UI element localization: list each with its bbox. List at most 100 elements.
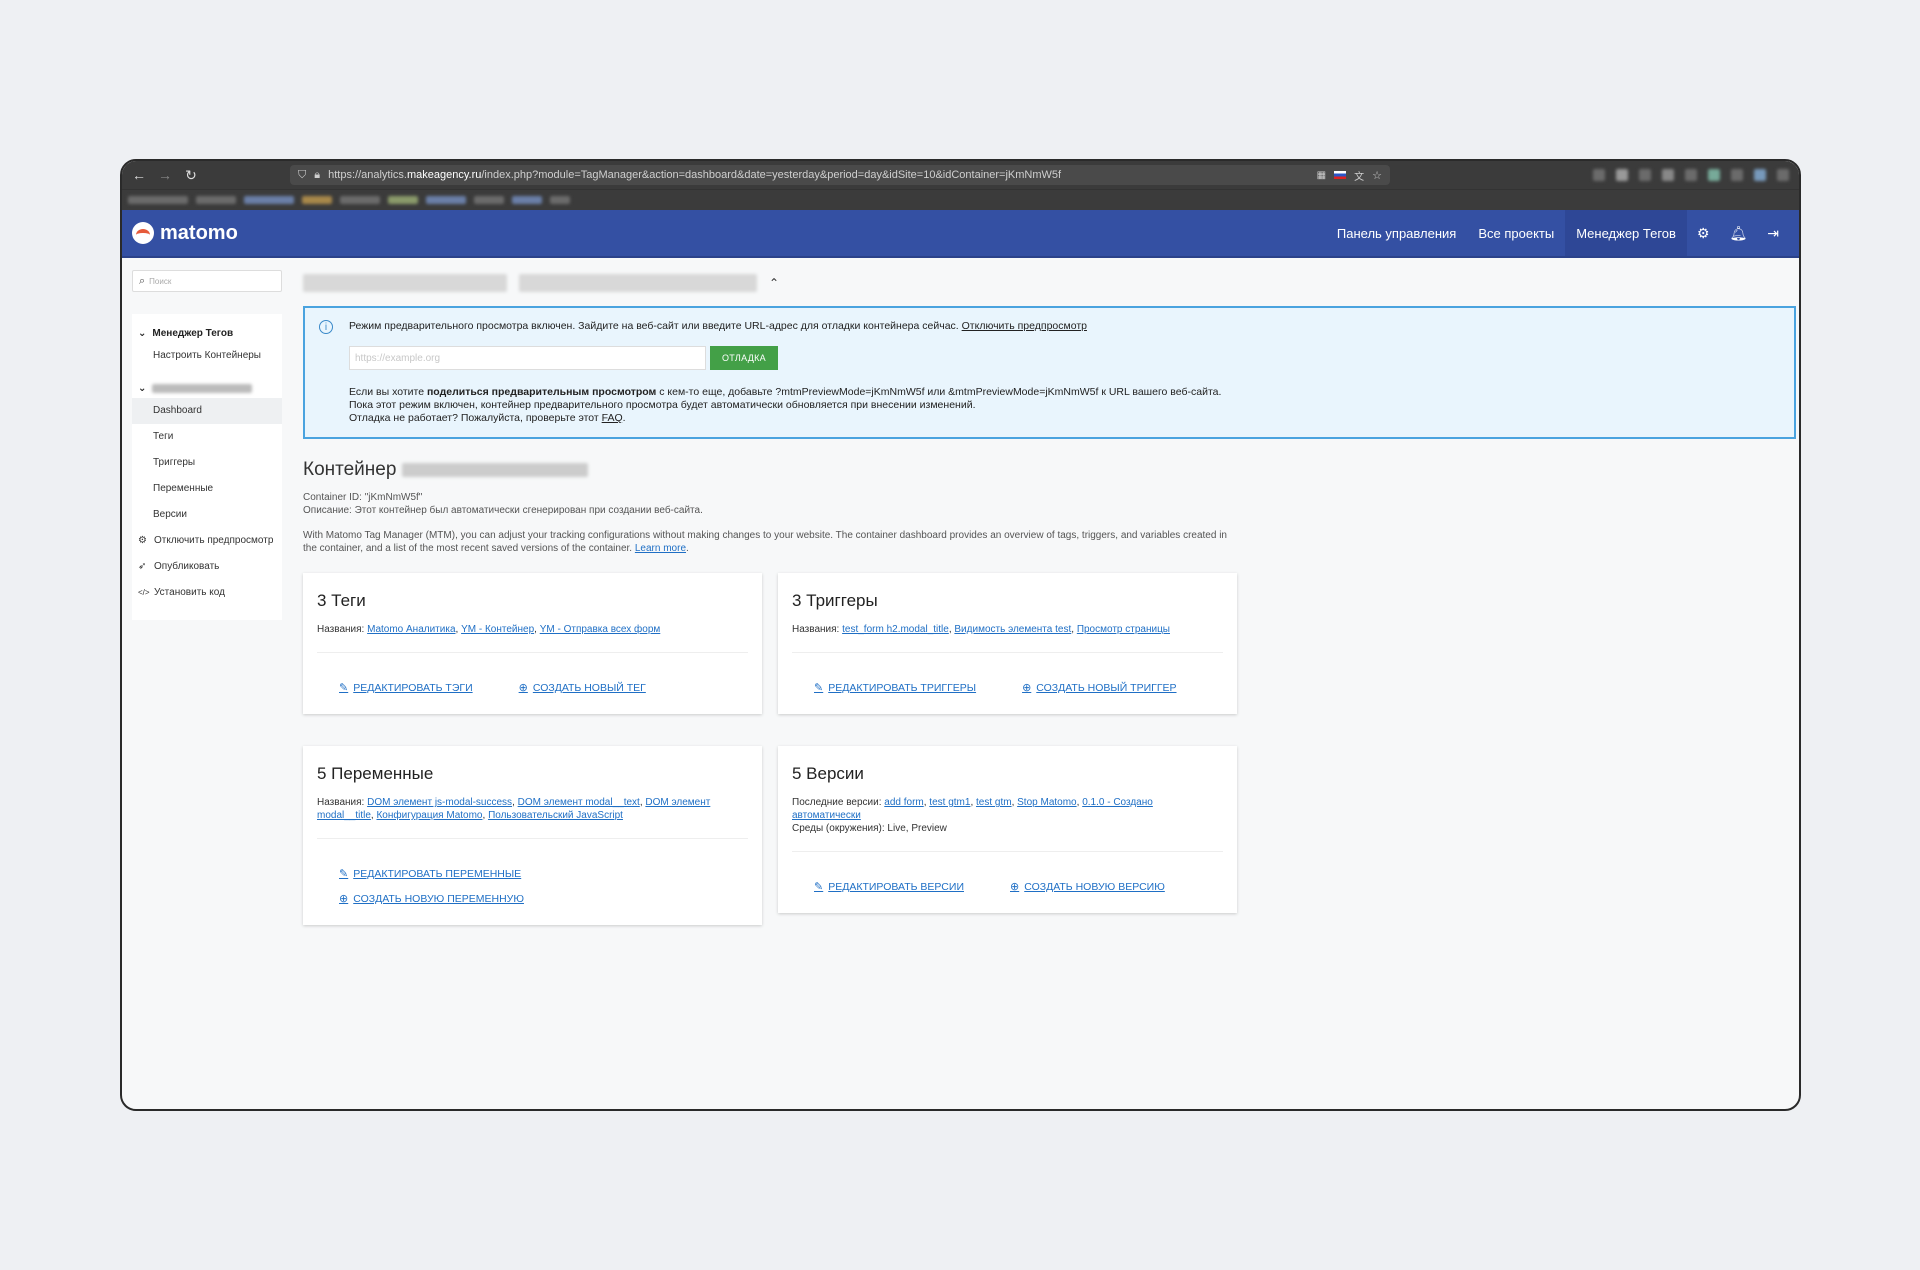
edit-icon: ✎ [339, 682, 349, 694]
sidebar-item-dashboard[interactable]: Dashboard [132, 398, 282, 424]
bell-icon[interactable]: 🔔︎ [1719, 210, 1757, 256]
flag-icon[interactable] [1334, 171, 1347, 179]
trigger-link[interactable]: Видимость элемента test [954, 624, 1071, 635]
version-link[interactable]: test gtm1 [929, 797, 970, 808]
bookmark-star-icon[interactable]: ☆ [1372, 169, 1382, 182]
faq-link[interactable]: FAQ [602, 412, 623, 424]
collapse-icon[interactable]: ⌃ [769, 276, 779, 290]
extension-icon[interactable] [1593, 169, 1605, 181]
address-bar[interactable]: ⛉ 🔒︎ https://analytics.makeagency.ru/ind… [290, 165, 1390, 185]
dashboard-cards: 3 Теги Названия: Matomo Аналитика, YM - … [303, 573, 1796, 925]
qr-icon[interactable]: ▦ [1317, 170, 1326, 181]
extension-icon[interactable] [1754, 169, 1766, 181]
bookmark-item[interactable] [244, 196, 294, 204]
sidebar-item-manage-containers[interactable]: Настроить Контейнеры [132, 343, 282, 369]
edit-variables-button[interactable]: ✎ РЕДАКТИРОВАТЬ ПЕРЕМЕННЫЕ [339, 867, 748, 881]
edit-tags-button[interactable]: ✎ РЕДАКТИРОВАТЬ ТЭГИ [339, 681, 473, 695]
extension-icon[interactable] [1708, 169, 1720, 181]
extension-icon[interactable] [1639, 169, 1651, 181]
menu-search[interactable]: ⌕ Поиск [132, 270, 282, 292]
main-content: ⌃ i Режим предварительного просмотра вкл… [290, 258, 1799, 925]
share-info: Если вы хотите поделиться предварительны… [349, 386, 1782, 425]
extension-icon[interactable] [1616, 169, 1628, 181]
triggers-names: Названия: test_form h2.modal_title, Види… [792, 624, 1170, 635]
bookmark-item[interactable] [340, 196, 380, 204]
extension-icon[interactable] [1685, 169, 1697, 181]
bookmark-item[interactable] [128, 196, 188, 204]
share-line-1: Если вы хотите поделиться предварительны… [349, 386, 1222, 398]
variable-link[interactable]: DOM элемент modal__text [518, 797, 640, 808]
site-selector[interactable] [303, 274, 507, 292]
search-placeholder: Поиск [149, 276, 172, 286]
debug-button[interactable]: ОТЛАДКА [710, 346, 778, 370]
create-variable-button[interactable]: ⊕ СОЗДАТЬ НОВУЮ ПЕРЕМЕННУЮ [339, 892, 748, 906]
nav-tag-manager[interactable]: Менеджер Тегов [1565, 210, 1687, 256]
top-nav: Панель управления Все проекты Менеджер Т… [1326, 210, 1789, 256]
variables-card: 5 Переменные Названия: DOM элемент js-mo… [303, 746, 762, 925]
redacted-container-name [152, 384, 253, 393]
create-version-button[interactable]: ⊕ СОЗДАТЬ НОВУЮ ВЕРСИЮ [1010, 880, 1165, 894]
plus-circle-icon: ⊕ [339, 893, 349, 905]
sidebar-category-container[interactable]: ⌄ [132, 379, 282, 398]
sidebar-item-variables[interactable]: Переменные [132, 476, 282, 502]
trigger-link[interactable]: test_form h2.modal_title [842, 624, 949, 635]
share-line-2: Пока этот режим включен, контейнер предв… [349, 399, 976, 411]
sidebar-item-versions[interactable]: Версии [132, 502, 282, 528]
tag-link[interactable]: YM - Контейнер [461, 624, 534, 635]
disable-preview-link[interactable]: Отключить предпросмотр [962, 320, 1087, 332]
bookmark-item[interactable] [512, 196, 542, 204]
variable-link[interactable]: Пользовательский JavaScript [488, 810, 623, 821]
extension-icon[interactable] [1777, 169, 1789, 181]
tag-link[interactable]: YM - Отправка всех форм [540, 624, 661, 635]
browser-window: ← → ↻ ⛉ 🔒︎ https://analytics.makeagency.… [120, 159, 1801, 1111]
create-tag-button[interactable]: ⊕ СОЗДАТЬ НОВЫЙ ТЕГ [519, 681, 646, 695]
version-link[interactable]: add form [884, 797, 923, 808]
card-actions: ✎ РЕДАКТИРОВАТЬ ВЕРСИИ ⊕ СОЗДАТЬ НОВУЮ ВЕР… [792, 851, 1223, 901]
version-link[interactable]: Stop Matomo [1017, 797, 1076, 808]
create-trigger-button[interactable]: ⊕ СОЗДАТЬ НОВЫЙ ТРИГГЕР [1022, 681, 1176, 695]
card-actions: ✎ РЕДАКТИРОВАТЬ ПЕРЕМЕННЫЕ ⊕ СОЗДАТЬ НОВУЮ… [317, 838, 748, 913]
sidebar-category-tag-manager[interactable]: ⌄ Менеджер Тегов [132, 324, 282, 343]
bookmark-item[interactable] [550, 196, 570, 204]
sidebar-item-triggers[interactable]: Триггеры [132, 450, 282, 476]
nav-dashboard[interactable]: Панель управления [1326, 210, 1467, 256]
debug-url-input[interactable] [349, 346, 706, 370]
title-text: Контейнер [303, 459, 397, 480]
version-link[interactable]: test gtm [976, 797, 1012, 808]
matomo-logo-icon [132, 222, 154, 244]
sidebar-item-publish[interactable]: ➶ Опубликовать [132, 554, 282, 580]
trigger-link[interactable]: Просмотр страницы [1077, 624, 1170, 635]
bookmark-item[interactable] [196, 196, 236, 204]
nav-all-websites[interactable]: Все проекты [1467, 210, 1565, 256]
translate-icon[interactable]: 文 [1354, 168, 1364, 183]
gear-icon: ⚙ [138, 535, 147, 546]
learn-more-link[interactable]: Learn more [635, 543, 686, 554]
extension-icon[interactable] [1662, 169, 1674, 181]
gear-icon[interactable]: ⚙ [1687, 210, 1720, 256]
sidebar-item-install-code[interactable]: </> Установить код [132, 580, 282, 606]
extension-icon[interactable] [1731, 169, 1743, 181]
bookmark-item[interactable] [388, 196, 418, 204]
matomo-logo[interactable]: matomo [132, 222, 238, 245]
item-label: Опубликовать [154, 561, 220, 572]
sidebar-item-disable-preview[interactable]: ⚙ Отключить предпросмотр [132, 528, 282, 554]
logout-icon[interactable]: ⇥ [1757, 210, 1789, 256]
bookmark-item[interactable] [302, 196, 332, 204]
sidebar-item-tags[interactable]: Теги [132, 424, 282, 450]
logo-text: matomo [160, 221, 238, 244]
edit-versions-button[interactable]: ✎ РЕДАКТИРОВАТЬ ВЕРСИИ [814, 880, 964, 894]
reload-icon[interactable]: ↻ [184, 167, 198, 184]
date-selector[interactable] [519, 274, 757, 292]
page-title: Контейнер [303, 459, 1796, 481]
bookmark-item[interactable] [426, 196, 466, 204]
edit-triggers-button[interactable]: ✎ РЕДАКТИРОВАТЬ ТРИГГЕРЫ [814, 681, 976, 695]
forward-icon[interactable]: → [158, 167, 172, 183]
variable-link[interactable]: Конфигурация Matomo [376, 810, 482, 821]
versions-card: 5 Версии Последние версии: add form, tes… [778, 746, 1237, 913]
faq-line: Отладка не работает? Пожалуйста, проверь… [349, 412, 626, 424]
back-icon[interactable]: ← [132, 167, 146, 183]
variable-link[interactable]: DOM элемент js-modal-success [367, 797, 512, 808]
browser-toolbar: ← → ↻ ⛉ 🔒︎ https://analytics.makeagency.… [122, 161, 1799, 189]
bookmark-item[interactable] [474, 196, 504, 204]
tag-link[interactable]: Matomo Аналитика [367, 624, 455, 635]
